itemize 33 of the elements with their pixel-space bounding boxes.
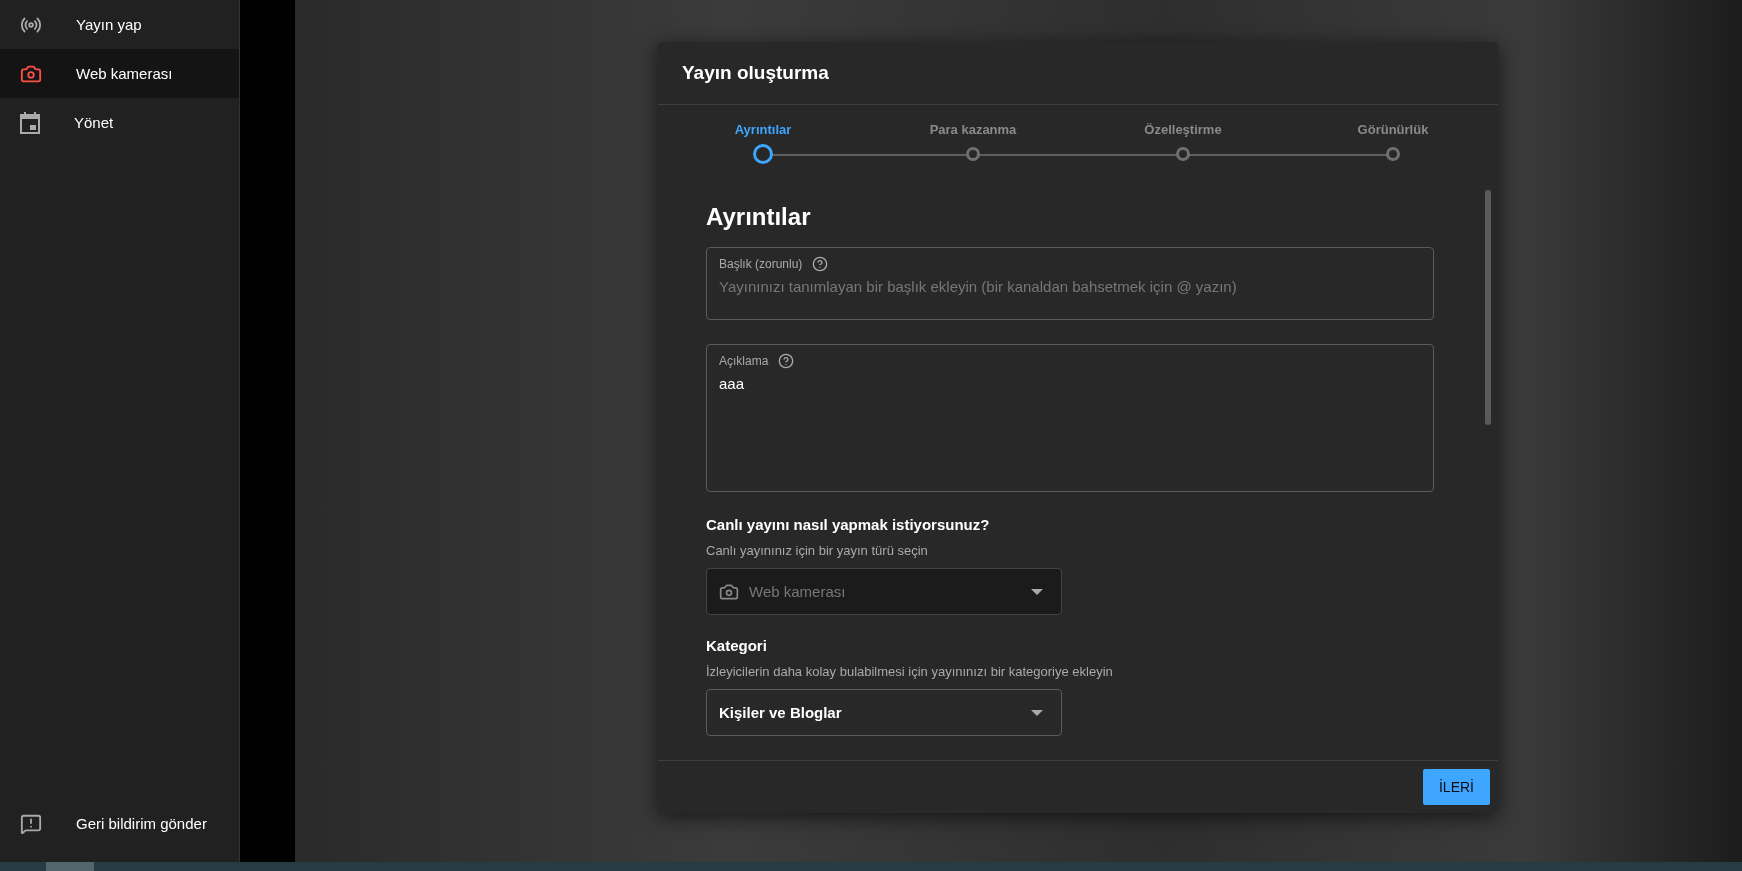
title-field[interactable]: Başlık (zorunlu) Yayınınızı tanımlayan bir başlık ekleyin (bir kanaldan bahsetmek için @ yazın) — [706, 247, 1434, 320]
step-label[interactable]: Görünürlük — [1357, 122, 1429, 137]
description-input[interactable]: aaa — [719, 375, 1421, 415]
dropdown-caret-icon — [1031, 709, 1043, 716]
section-title: Ayrıntılar — [706, 203, 812, 231]
category-dropdown[interactable]: Kişiler ve Bloglar — [706, 689, 1062, 736]
sidebar-item[interactable]: Yönet — [0, 98, 239, 147]
field-label: Başlık (zorunlu) — [719, 257, 803, 271]
description-field[interactable]: Açıklama aaa — [706, 344, 1434, 492]
step-dot[interactable] — [1386, 147, 1400, 161]
step-dot[interactable] — [966, 147, 980, 161]
dropdown-caret-icon — [1031, 588, 1043, 595]
feedback-item[interactable]: Geri bildirim gönder — [0, 799, 239, 848]
help-icon[interactable] — [778, 353, 795, 369]
title-input[interactable]: Yayınınızı tanımlayan bir başlık ekleyin (bir kanaldan bahsetmek için @ yazın) — [719, 278, 1421, 318]
hint-text: Canlı yayınınız için bir yayın türü seçin — [706, 543, 929, 558]
category-heading: Kategori — [706, 637, 768, 654]
scrollbar[interactable] — [1485, 190, 1491, 425]
field-label: Açıklama — [719, 354, 769, 368]
help-icon[interactable] — [812, 256, 829, 272]
step-label[interactable]: Özelleştirme — [1144, 122, 1222, 137]
step-dot[interactable] — [1176, 147, 1190, 161]
calendar-icon — [20, 111, 40, 134]
next-button[interactable]: İLERİ — [1423, 769, 1490, 805]
sidebar-item[interactable]: Web kamerası — [0, 49, 239, 98]
step-dot[interactable] — [753, 144, 773, 164]
dialog-title: Yayın oluşturma — [682, 62, 829, 84]
hint-text: İzleyicilerin daha kolay bulabilmesi için yayınınızı bir kategoriye ekleyin — [706, 664, 1114, 679]
step-label[interactable]: Para kazanma — [929, 122, 1017, 137]
question-heading: Canlı yayını nasıl yapmak istiyorsunuz? — [706, 516, 991, 533]
step-label[interactable]: Ayrıntılar — [734, 122, 792, 137]
feedback-icon — [20, 812, 42, 835]
sidebar-item[interactable]: Yayın yap — [0, 0, 239, 49]
